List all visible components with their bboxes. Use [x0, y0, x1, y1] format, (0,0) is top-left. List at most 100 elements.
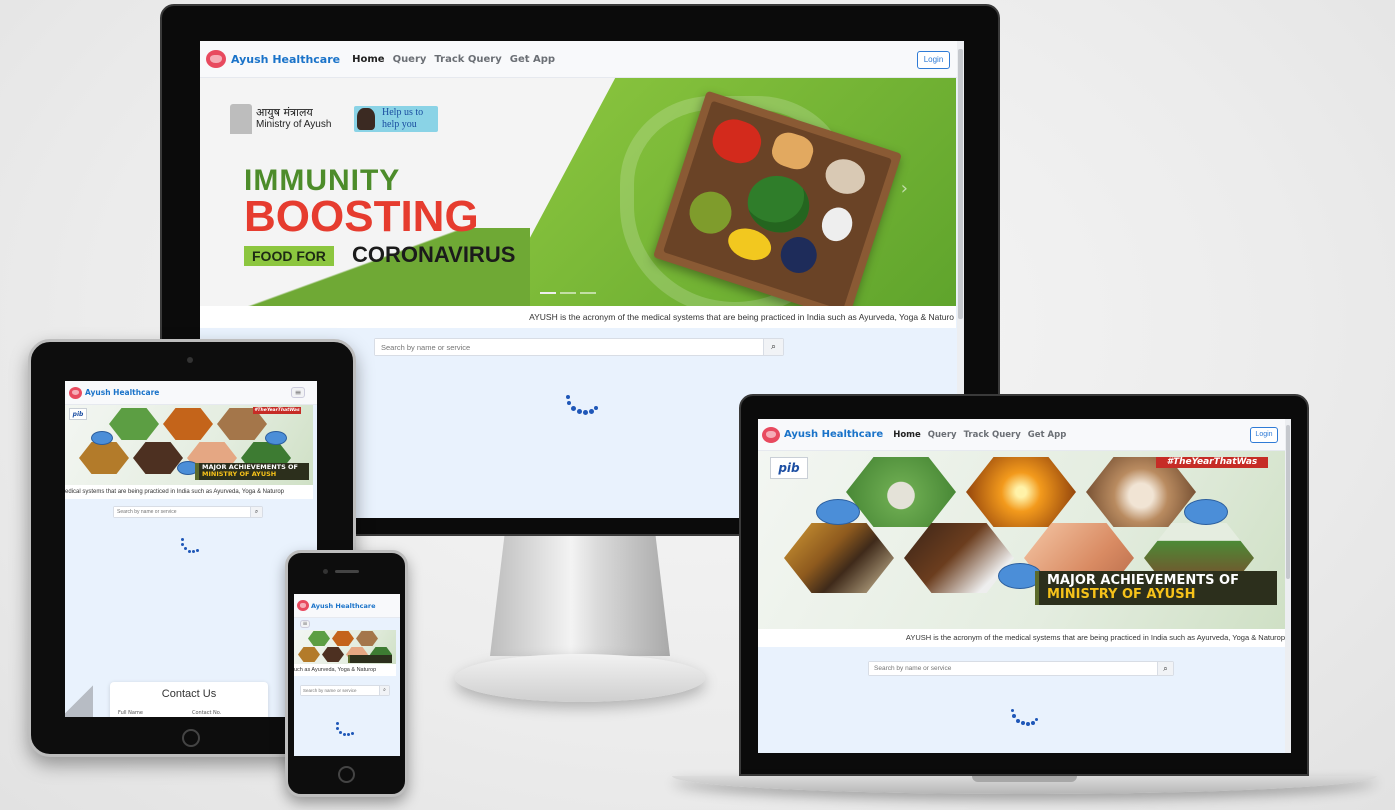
headline-coronavirus: CORONAVIRUS: [352, 242, 516, 267]
menu-icon: ≡: [294, 388, 302, 397]
phone-camera-icon: [323, 569, 328, 574]
emblem-icon: [230, 104, 252, 134]
achievements-caption: MAJOR ACHIEVEMENTS OF MINISTRY OF AYUSH: [1035, 571, 1277, 605]
search-button[interactable]: ⌕: [763, 339, 783, 355]
nav-home[interactable]: Home: [893, 430, 921, 440]
search-button[interactable]: ⌕: [250, 507, 262, 517]
nav-get-app[interactable]: Get App: [510, 54, 555, 65]
heart-logo-icon: [762, 426, 780, 443]
carousel-dot[interactable]: [580, 292, 596, 294]
search-button[interactable]: ⌕: [1157, 662, 1173, 675]
carousel-next-icon[interactable]: ›: [901, 178, 908, 199]
search-input[interactable]: [375, 339, 763, 355]
nav-get-app[interactable]: Get App: [1028, 430, 1067, 440]
search-icon: ⌕: [770, 342, 777, 352]
help-badge: Help us to help you: [354, 106, 438, 132]
brand[interactable]: Ayush Healthcare: [69, 386, 159, 399]
phone-screen: Ayush Healthcare ≡ uch as Ayurveda, Yoga…: [294, 594, 400, 756]
brand[interactable]: Ayush Healthcare: [297, 600, 375, 611]
achievements-line2: MINISTRY OF AYUSH: [202, 469, 277, 478]
search-input[interactable]: [114, 507, 250, 517]
menu-toggle-button[interactable]: ≡: [291, 387, 305, 398]
hex-image-herbs: [308, 631, 330, 646]
blue-circle: [91, 431, 113, 445]
year-tag: #TheYearThatWas: [253, 407, 301, 414]
hex-image-bottles: [322, 647, 344, 662]
marquee-text: uch as Ayurveda, Yoga & Naturop: [294, 667, 377, 673]
nav-track-query[interactable]: Track Query: [964, 430, 1021, 440]
carousel-dot[interactable]: [540, 292, 556, 294]
brand-name: Ayush Healthcare: [231, 52, 341, 66]
phone-home-button[interactable]: [338, 766, 355, 783]
hex-image-bottles: [904, 523, 1014, 593]
laptop-device: Ayush Healthcare Home Query Track Query …: [672, 394, 1377, 804]
search-bar: ⌕: [300, 685, 390, 696]
help-hand-icon: [357, 108, 375, 130]
achievements-line2: MINISTRY OF AYUSH: [1047, 586, 1196, 602]
search-input[interactable]: [301, 686, 379, 695]
nav-query[interactable]: Query: [928, 430, 957, 440]
menu-toggle-button[interactable]: ≡: [300, 620, 310, 628]
carousel-indicators[interactable]: [540, 292, 610, 295]
search-input[interactable]: [869, 662, 1157, 675]
search-button[interactable]: ⌕: [379, 686, 389, 695]
help-badge-line1: Help us to: [382, 107, 424, 118]
year-tag: #TheYearThatWas: [1156, 457, 1268, 468]
brand-name: Ayush Healthcare: [784, 429, 884, 440]
marquee-bar: AYUSH is the acronym of the medical syst…: [758, 629, 1285, 647]
hex-image-bottles: [133, 442, 183, 474]
headline-food-for: FOOD FOR: [244, 246, 334, 266]
laptop-scrollbar-thumb[interactable]: [1286, 425, 1290, 579]
loading-spinner: [1010, 709, 1040, 729]
blue-circle: [816, 499, 860, 525]
hex-image-yoga: [163, 408, 213, 440]
laptop-navbar: Ayush Healthcare Home Query Track Query …: [758, 419, 1291, 451]
hex-image-herbs: [846, 457, 956, 527]
heart-logo-icon: [69, 386, 82, 399]
blue-circle: [265, 431, 287, 445]
nav-query[interactable]: Query: [393, 54, 427, 65]
contact-card: Contact Us Full Name Contact No.: [110, 682, 268, 717]
loading-spinner: [564, 395, 600, 419]
brand[interactable]: Ayush Healthcare: [762, 426, 884, 443]
pib-logo: pib: [770, 457, 808, 479]
hex-image-spices: [784, 523, 894, 593]
laptop-notch: [972, 776, 1077, 782]
achievements-banner: pib #TheYearThatWas MAJOR ACHIEVEMENTS O…: [758, 451, 1285, 629]
achievements-caption: [348, 655, 392, 663]
marquee-text: edical systems that are being practiced …: [65, 489, 285, 495]
login-button[interactable]: Login: [1250, 427, 1278, 443]
achievements-banner: pib #TheYearThatWas MAJOR ACHIEVEMENTS O…: [65, 405, 313, 485]
tablet-corner-shadow: [65, 681, 93, 717]
monitor-stand-base: [455, 654, 705, 702]
tablet-screen: Ayush Healthcare ≡ pib #TheYearThatWas M…: [65, 381, 317, 717]
marquee-text: AYUSH is the acronym of the medical syst…: [905, 633, 1285, 642]
loading-spinner: [179, 538, 203, 556]
loading-spinner: [335, 722, 357, 738]
nav-home[interactable]: Home: [352, 54, 384, 65]
search-icon: ⌕: [383, 687, 386, 693]
login-button[interactable]: Login: [917, 51, 950, 69]
marquee-text: AYUSH is the acronym of the medical syst…: [529, 312, 954, 322]
hex-image-yoga: [332, 631, 354, 646]
heart-logo-icon: [297, 600, 309, 611]
desktop-scrollbar-thumb[interactable]: [958, 49, 963, 319]
pib-logo: pib: [69, 408, 87, 420]
tablet-home-button[interactable]: [182, 729, 200, 747]
contact-field-phone: Contact No.: [192, 710, 222, 716]
brand[interactable]: Ayush Healthcare: [206, 50, 340, 68]
contact-field-name: Full Name: [118, 710, 143, 716]
search-bar: ⌕: [868, 661, 1174, 676]
nav-track-query[interactable]: Track Query: [434, 54, 501, 65]
tablet-navbar: Ayush Healthcare ≡: [65, 381, 317, 405]
tablet-camera-icon: [187, 357, 193, 363]
hex-image-mortar: [356, 631, 378, 646]
achievements-caption: MAJOR ACHIEVEMENTS OF MINISTRY OF AYUSH: [195, 463, 309, 480]
brand-name: Ayush Healthcare: [311, 601, 376, 610]
phone-device: Ayush Healthcare ≡ uch as Ayurveda, Yoga…: [285, 550, 410, 800]
hex-image-yoga: [966, 457, 1076, 527]
achievements-line1: MAJOR ACHIEVEMENTS OF: [1047, 573, 1239, 588]
search-icon: ⌕: [254, 508, 259, 515]
carousel-dot[interactable]: [560, 292, 576, 294]
help-badge-line2: help you: [382, 119, 417, 130]
